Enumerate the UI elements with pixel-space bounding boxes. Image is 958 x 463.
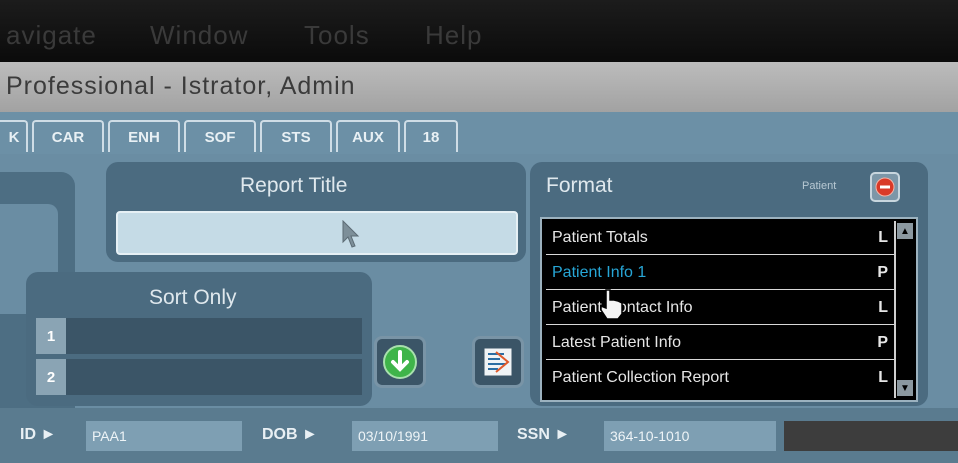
patient-toggle-label: Patient [802,180,837,192]
hand-cursor-icon [600,289,623,320]
scroll-up-icon[interactable]: ▲ [897,223,913,239]
report-icon [483,347,513,377]
menu-help[interactable]: Help [425,20,482,51]
move-down-button[interactable] [374,336,426,388]
report-title-input[interactable] [116,211,518,255]
menu-tools[interactable]: Tools [304,20,370,51]
tab-label: K [8,128,20,146]
list-item-selected[interactable]: Patient Info 1 P [546,256,896,290]
dob-field[interactable]: 03/10/1991 [352,421,498,451]
tab-strip: K CAR ENH SOF STS AUX 18 [0,112,958,154]
menu-window[interactable]: Window [150,20,248,51]
tab-18[interactable]: 18 [404,120,458,152]
sort-row-2[interactable]: 2 [36,359,362,395]
report-format-button[interactable] [472,336,524,388]
sort-row-number: 2 [36,359,66,395]
title-bar: Professional - Istrator, Admin [0,62,958,112]
window-title: Professional - Istrator, Admin [6,72,356,100]
sort-row-number: 1 [36,318,66,354]
ssn-field[interactable]: 364-10-1010 [604,421,776,451]
menu-navigate[interactable]: avigate [6,20,97,51]
green-down-arrow-icon [383,345,417,379]
listbox-scrollbar[interactable]: ▲ ▼ [894,221,914,398]
red-minus-icon [875,177,895,197]
menu-bar: avigate Window Tools Help [0,0,958,62]
tab-aux[interactable]: AUX [336,120,400,152]
format-label: Format [546,174,613,197]
tab-label: 18 [422,128,440,146]
tab-enh[interactable]: ENH [108,120,180,152]
tab-sts[interactable]: STS [260,120,332,152]
tab-label: CAR [51,128,85,146]
status-extra-field [784,421,958,451]
tab-label: STS [281,128,311,146]
format-listbox[interactable]: Patient Totals L Patient Info 1 P Patien… [540,217,918,402]
list-item[interactable]: Latest Patient Info P [546,326,896,360]
tab-k[interactable]: K [0,120,28,152]
id-label: ID ► [20,426,57,443]
list-item[interactable]: Patient Collection Report L [546,361,896,395]
sort-row-1[interactable]: 1 [36,318,362,354]
ssn-label: SSN ► [517,426,571,443]
tab-label: ENH [128,128,160,146]
id-field[interactable]: PAA1 [86,421,242,451]
tab-label: AUX [352,128,384,146]
sort-only-label: Sort Only [149,286,237,309]
tab-sof[interactable]: SOF [184,120,256,152]
patient-toggle-button[interactable] [870,172,900,202]
scroll-down-icon[interactable]: ▼ [897,380,913,396]
dob-label: DOB ► [262,426,318,443]
list-item[interactable]: Patient Totals L [546,221,896,255]
report-title-label: Report Title [240,174,348,197]
status-bar: ID ► PAA1 DOB ► 03/10/1991 SSN ► 364-10-… [0,408,958,463]
tab-label: SOF [204,128,236,146]
arrow-cursor-icon [342,220,360,248]
tab-car[interactable]: CAR [32,120,104,152]
